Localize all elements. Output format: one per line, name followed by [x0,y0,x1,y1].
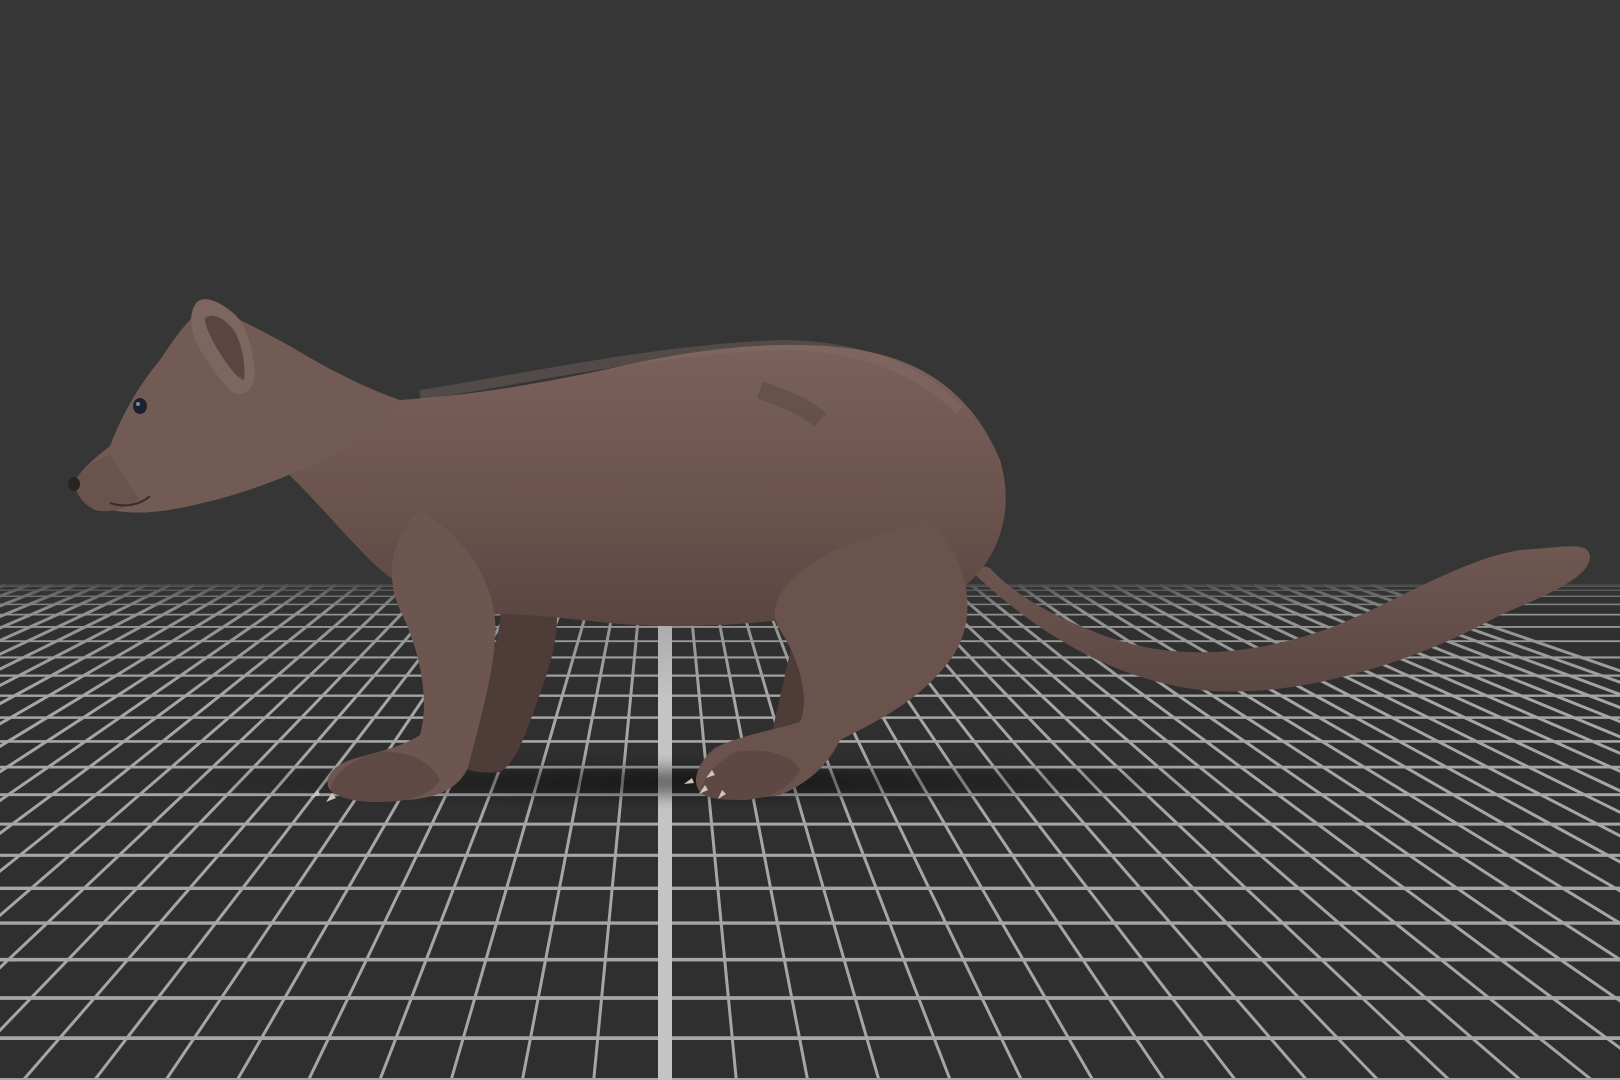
nose [68,477,80,491]
3d-viewport[interactable] [0,0,1620,1080]
eye [133,398,147,414]
